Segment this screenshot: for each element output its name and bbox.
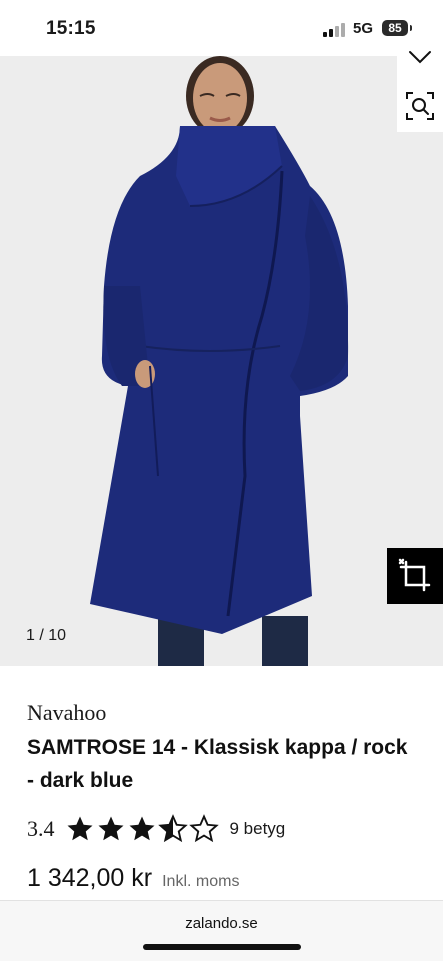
star-icon <box>98 816 123 841</box>
url-text[interactable]: zalando.se <box>0 915 443 932</box>
star-half-icon <box>157 814 188 843</box>
product-image[interactable] <box>0 56 443 666</box>
status-bar: 15:15 5G 85 <box>0 0 443 56</box>
price: 1 342,00 kr <box>27 864 153 892</box>
signal-icon <box>323 23 345 37</box>
battery-icon: 85 <box>382 20 408 36</box>
price-note: Inkl. moms <box>162 873 240 890</box>
product-photo-illustration <box>90 56 349 666</box>
rating-stars <box>65 814 220 844</box>
heart-icon[interactable] <box>406 44 434 72</box>
rating-value: 3.4 <box>27 816 55 841</box>
image-counter: 1 / 10 <box>26 627 67 644</box>
product-title: SAMTROSE 14 - Klassisk kappa / rock - da… <box>27 736 408 792</box>
price-row: 1 342,00 kr Inkl. moms <box>27 864 239 893</box>
brand-name[interactable]: Navahoo <box>27 700 106 726</box>
rating-count[interactable]: 9 betyg <box>230 819 286 839</box>
star-icon <box>129 816 154 841</box>
star-empty-icon <box>188 814 219 843</box>
battery-cap <box>410 25 412 31</box>
crop-icon[interactable] <box>387 548 443 604</box>
home-indicator[interactable] <box>143 944 301 950</box>
rating-row[interactable]: 3.4 9 betyg <box>27 812 285 846</box>
star-icon <box>67 816 92 841</box>
network-type: 5G <box>353 20 374 37</box>
visual-search-icon[interactable] <box>404 90 436 122</box>
status-time: 15:15 <box>46 18 96 39</box>
browser-url-bar[interactable]: zalando.se <box>0 900 443 961</box>
